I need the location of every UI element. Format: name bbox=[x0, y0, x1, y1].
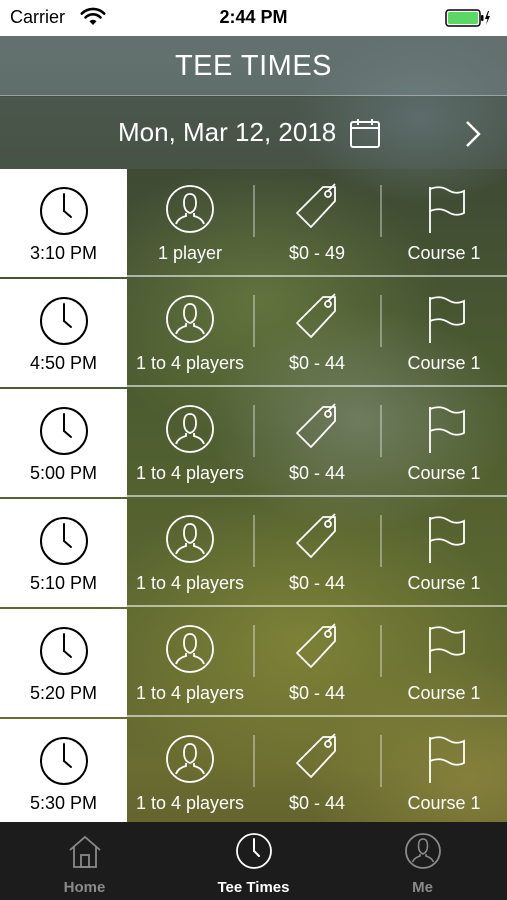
tab-me[interactable]: Me bbox=[338, 822, 507, 900]
course-cell: Course 1 bbox=[381, 499, 507, 607]
course-cell: Course 1 bbox=[381, 609, 507, 717]
course-cell: Course 1 bbox=[381, 169, 507, 277]
price-label: $0 - 44 bbox=[288, 463, 346, 483]
course-label: Course 1 bbox=[407, 683, 481, 703]
status-bar: Carrier 2:44 PM bbox=[0, 0, 507, 36]
battery-icon bbox=[445, 9, 490, 27]
price-cell: $0 - 44 bbox=[254, 279, 380, 387]
course-cell: Course 1 bbox=[381, 389, 507, 497]
flag-icon bbox=[429, 296, 465, 343]
price-label: $0 - 44 bbox=[288, 793, 346, 813]
person-icon bbox=[166, 295, 214, 343]
flag-icon bbox=[429, 736, 465, 783]
players-label: 1 to 4 players bbox=[135, 463, 245, 483]
price-label: $0 - 49 bbox=[288, 243, 346, 263]
course-label: Course 1 bbox=[407, 243, 481, 263]
chevron-right-icon[interactable] bbox=[462, 120, 484, 148]
tee-time-label: 4:50 PM bbox=[29, 353, 98, 373]
price-cell: $0 - 44 bbox=[254, 609, 380, 717]
players-cell: 1 player bbox=[127, 169, 253, 277]
tab-label: Tee Times bbox=[217, 879, 290, 896]
clock-icon bbox=[40, 737, 88, 785]
course-label: Course 1 bbox=[407, 463, 481, 483]
price-tag-icon bbox=[296, 733, 336, 778]
course-cell: Course 1 bbox=[381, 719, 507, 822]
person-icon bbox=[166, 405, 214, 453]
players-label: 1 to 4 players bbox=[135, 683, 245, 703]
tab-tee-times[interactable]: Tee Times bbox=[169, 822, 338, 900]
tab-label: Me bbox=[412, 879, 433, 896]
clock-icon bbox=[40, 517, 88, 565]
players-cell: 1 to 4 players bbox=[127, 389, 253, 497]
clock-icon bbox=[40, 187, 88, 235]
players-label: 1 to 4 players bbox=[135, 353, 245, 373]
time-cell[interactable]: 3:10 PM bbox=[0, 169, 127, 277]
nav-header: TEE TIMES bbox=[0, 36, 507, 96]
course-label: Course 1 bbox=[407, 793, 481, 813]
flag-icon bbox=[429, 626, 465, 673]
flag-icon bbox=[429, 186, 465, 233]
price-tag-icon bbox=[296, 183, 336, 228]
clock-icon bbox=[40, 627, 88, 675]
clock-icon bbox=[40, 297, 88, 345]
price-tag-icon bbox=[296, 513, 336, 558]
home-icon bbox=[69, 835, 101, 868]
players-cell: 1 to 4 players bbox=[127, 609, 253, 717]
tee-time-row[interactable]: 5:30 PM 1 to 4 players $0 - 44 Course 1 bbox=[0, 719, 507, 822]
person-icon bbox=[166, 185, 214, 233]
tab-label: Home bbox=[63, 879, 106, 896]
person-icon bbox=[166, 625, 214, 673]
tee-time-row[interactable]: 5:00 PM 1 to 4 players $0 - 44 Course 1 bbox=[0, 389, 507, 497]
price-cell: $0 - 44 bbox=[254, 389, 380, 497]
players-cell: 1 to 4 players bbox=[127, 719, 253, 822]
players-label: 1 to 4 players bbox=[135, 793, 245, 813]
time-cell[interactable]: 5:00 PM bbox=[0, 389, 127, 497]
players-cell: 1 to 4 players bbox=[127, 279, 253, 387]
players-label: 1 to 4 players bbox=[135, 573, 245, 593]
tee-time-label: 5:10 PM bbox=[29, 573, 98, 593]
selected-date[interactable]: Mon, Mar 12, 2018 bbox=[118, 117, 336, 148]
course-cell: Course 1 bbox=[381, 279, 507, 387]
price-tag-icon bbox=[296, 293, 336, 338]
time-cell[interactable]: 5:20 PM bbox=[0, 609, 127, 717]
price-label: $0 - 44 bbox=[288, 573, 346, 593]
tee-time-label: 5:00 PM bbox=[29, 463, 98, 483]
price-tag-icon bbox=[296, 623, 336, 668]
price-cell: $0 - 49 bbox=[254, 169, 380, 277]
tee-time-row[interactable]: 4:50 PM 1 to 4 players $0 - 44 Course 1 bbox=[0, 279, 507, 387]
price-label: $0 - 44 bbox=[288, 353, 346, 373]
players-cell: 1 to 4 players bbox=[127, 499, 253, 607]
page-title: TEE TIMES bbox=[174, 50, 333, 82]
tee-time-row[interactable]: 5:10 PM 1 to 4 players $0 - 44 Course 1 bbox=[0, 499, 507, 607]
person-icon bbox=[166, 735, 214, 783]
players-label: 1 player bbox=[157, 243, 223, 263]
price-tag-icon bbox=[296, 403, 336, 448]
tab-bar: Home Tee Times Me bbox=[0, 822, 507, 900]
time-cell[interactable]: 4:50 PM bbox=[0, 279, 127, 387]
tab-home[interactable]: Home bbox=[0, 822, 169, 900]
course-label: Course 1 bbox=[407, 353, 481, 373]
flag-icon bbox=[429, 406, 465, 453]
tee-time-row[interactable]: 3:10 PM 1 player $0 - 49 Course 1 bbox=[0, 169, 507, 277]
tee-times-list: 3:10 PM 1 player $0 - 49 Course 1 4:50 P… bbox=[0, 169, 507, 822]
price-cell: $0 - 44 bbox=[254, 719, 380, 822]
person-icon bbox=[166, 515, 214, 563]
clock-icon bbox=[40, 407, 88, 455]
tee-time-row[interactable]: 5:20 PM 1 to 4 players $0 - 44 Course 1 bbox=[0, 609, 507, 717]
date-selector[interactable]: Mon, Mar 12, 2018 bbox=[0, 97, 507, 169]
price-label: $0 - 44 bbox=[288, 683, 346, 703]
calendar-icon[interactable] bbox=[349, 117, 381, 149]
flag-icon bbox=[429, 516, 465, 563]
tee-time-label: 5:20 PM bbox=[29, 683, 98, 703]
price-cell: $0 - 44 bbox=[254, 499, 380, 607]
clock-icon bbox=[236, 833, 272, 869]
person-icon bbox=[405, 833, 441, 869]
time-cell[interactable]: 5:10 PM bbox=[0, 499, 127, 607]
tee-time-label: 3:10 PM bbox=[29, 243, 98, 263]
status-time: 2:44 PM bbox=[219, 7, 288, 27]
course-label: Course 1 bbox=[407, 573, 481, 593]
tee-time-label: 5:30 PM bbox=[29, 793, 98, 813]
time-cell[interactable]: 5:30 PM bbox=[0, 719, 127, 822]
